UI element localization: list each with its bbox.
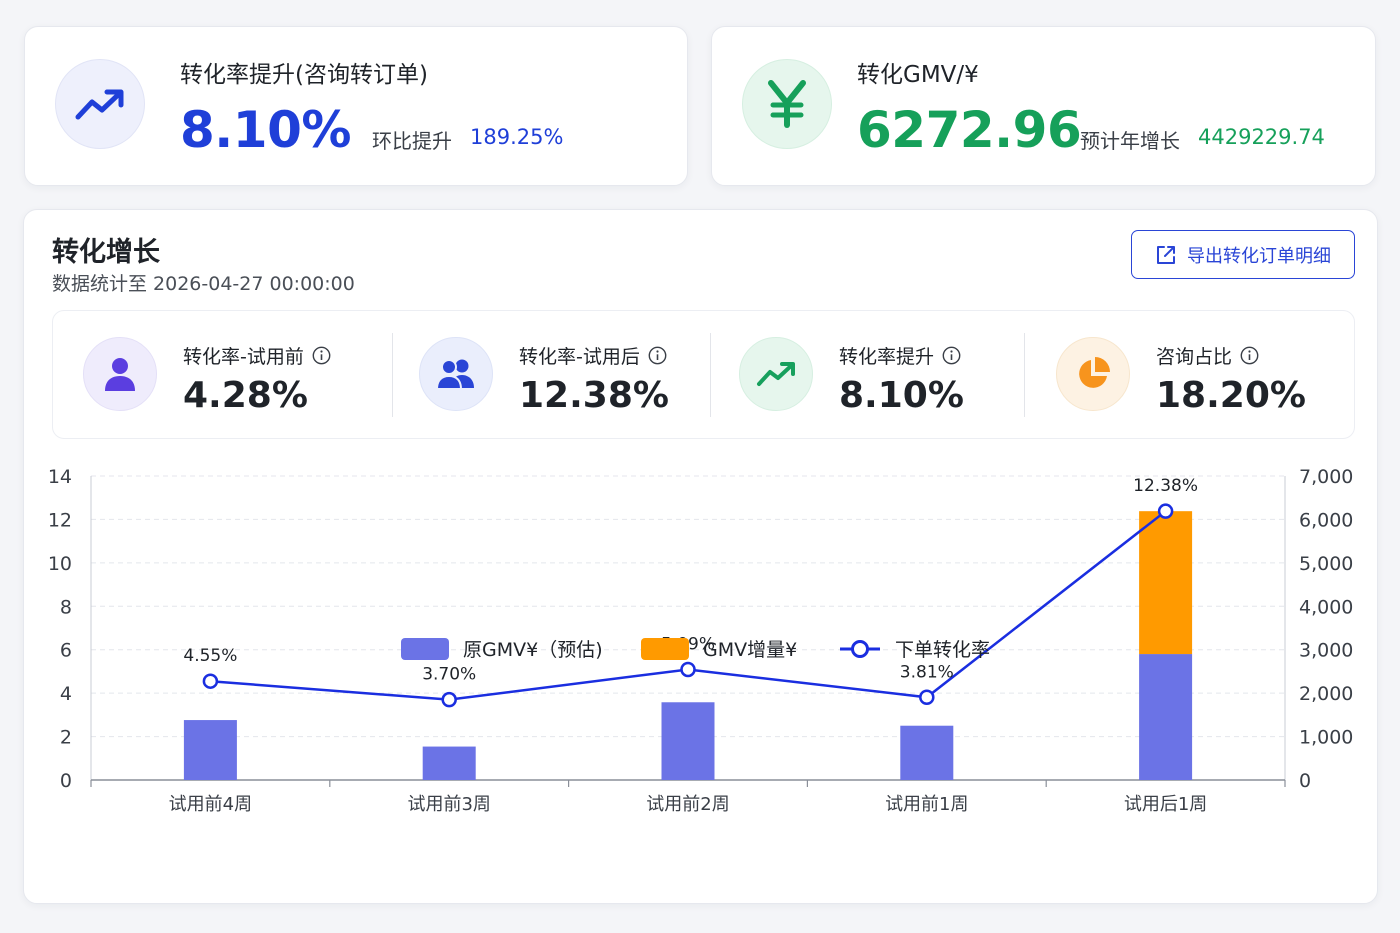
chart-legend: 原GMV¥（预估) GMV增量¥ 下单转化率: [0, 635, 1400, 665]
legend-label: 下单转化率: [895, 639, 991, 661]
bar: [900, 725, 954, 780]
y-left-tick-label: 12: [48, 509, 72, 531]
y-right-tick-label: 5,000: [1299, 553, 1353, 575]
y-left-tick-label: 2: [60, 727, 72, 749]
x-tick-label: 试用前1周: [885, 794, 968, 815]
bar: [422, 746, 476, 780]
y-left-tick-label: 0: [60, 770, 72, 792]
y-right-tick-label: 7,000: [1299, 466, 1353, 488]
y-right-tick-label: 1,000: [1299, 727, 1353, 749]
bar: [661, 702, 715, 780]
legend-swatch-bar: [401, 637, 449, 660]
y-right-tick-label: 0: [1299, 770, 1311, 792]
y-right-tick-label: 4,000: [1299, 596, 1353, 618]
conversion-chart: 0 02 1,0004 2,0006 3,0008 4,00010 5,00012 6,000…: [48, 466, 1354, 815]
y-left-tick-label: 10: [48, 553, 72, 575]
legend-item-gmv-increase[interactable]: GMV增量¥: [641, 635, 797, 662]
line-point: [202, 673, 219, 689]
bar: [1139, 511, 1193, 655]
x-tick-label: 试用前3周: [407, 794, 490, 815]
line-point: [919, 689, 935, 706]
y-right-tick-label: 2,000: [1299, 683, 1353, 705]
x-tick-label: 试用前4周: [169, 794, 252, 815]
legend-item-conversion-rate[interactable]: 下单转化率: [839, 635, 990, 662]
legend-swatch-line: [840, 639, 880, 658]
y-right-tick-label: 6,000: [1299, 509, 1353, 531]
x-tick-label: 试用前2周: [646, 794, 729, 815]
data-label: 3.81%: [900, 662, 954, 682]
y-left-tick-label: 8: [60, 596, 72, 618]
legend-label: GMV增量¥: [703, 639, 798, 661]
legend-swatch-bar: [641, 637, 689, 660]
data-label: 3.70%: [422, 665, 476, 685]
y-left-tick-label: 14: [48, 466, 72, 488]
line-point: [441, 691, 457, 708]
y-left-tick-label: 4: [60, 683, 72, 705]
x-tick-label: 试用后1周: [1124, 794, 1207, 815]
line-point: [1157, 503, 1174, 519]
legend-item-original-gmv[interactable]: 原GMV¥（预估): [401, 635, 603, 662]
data-label: 12.38%: [1133, 476, 1198, 496]
legend-label: 原GMV¥（预估): [463, 639, 603, 661]
bar: [1139, 654, 1193, 780]
bar: [183, 720, 237, 780]
